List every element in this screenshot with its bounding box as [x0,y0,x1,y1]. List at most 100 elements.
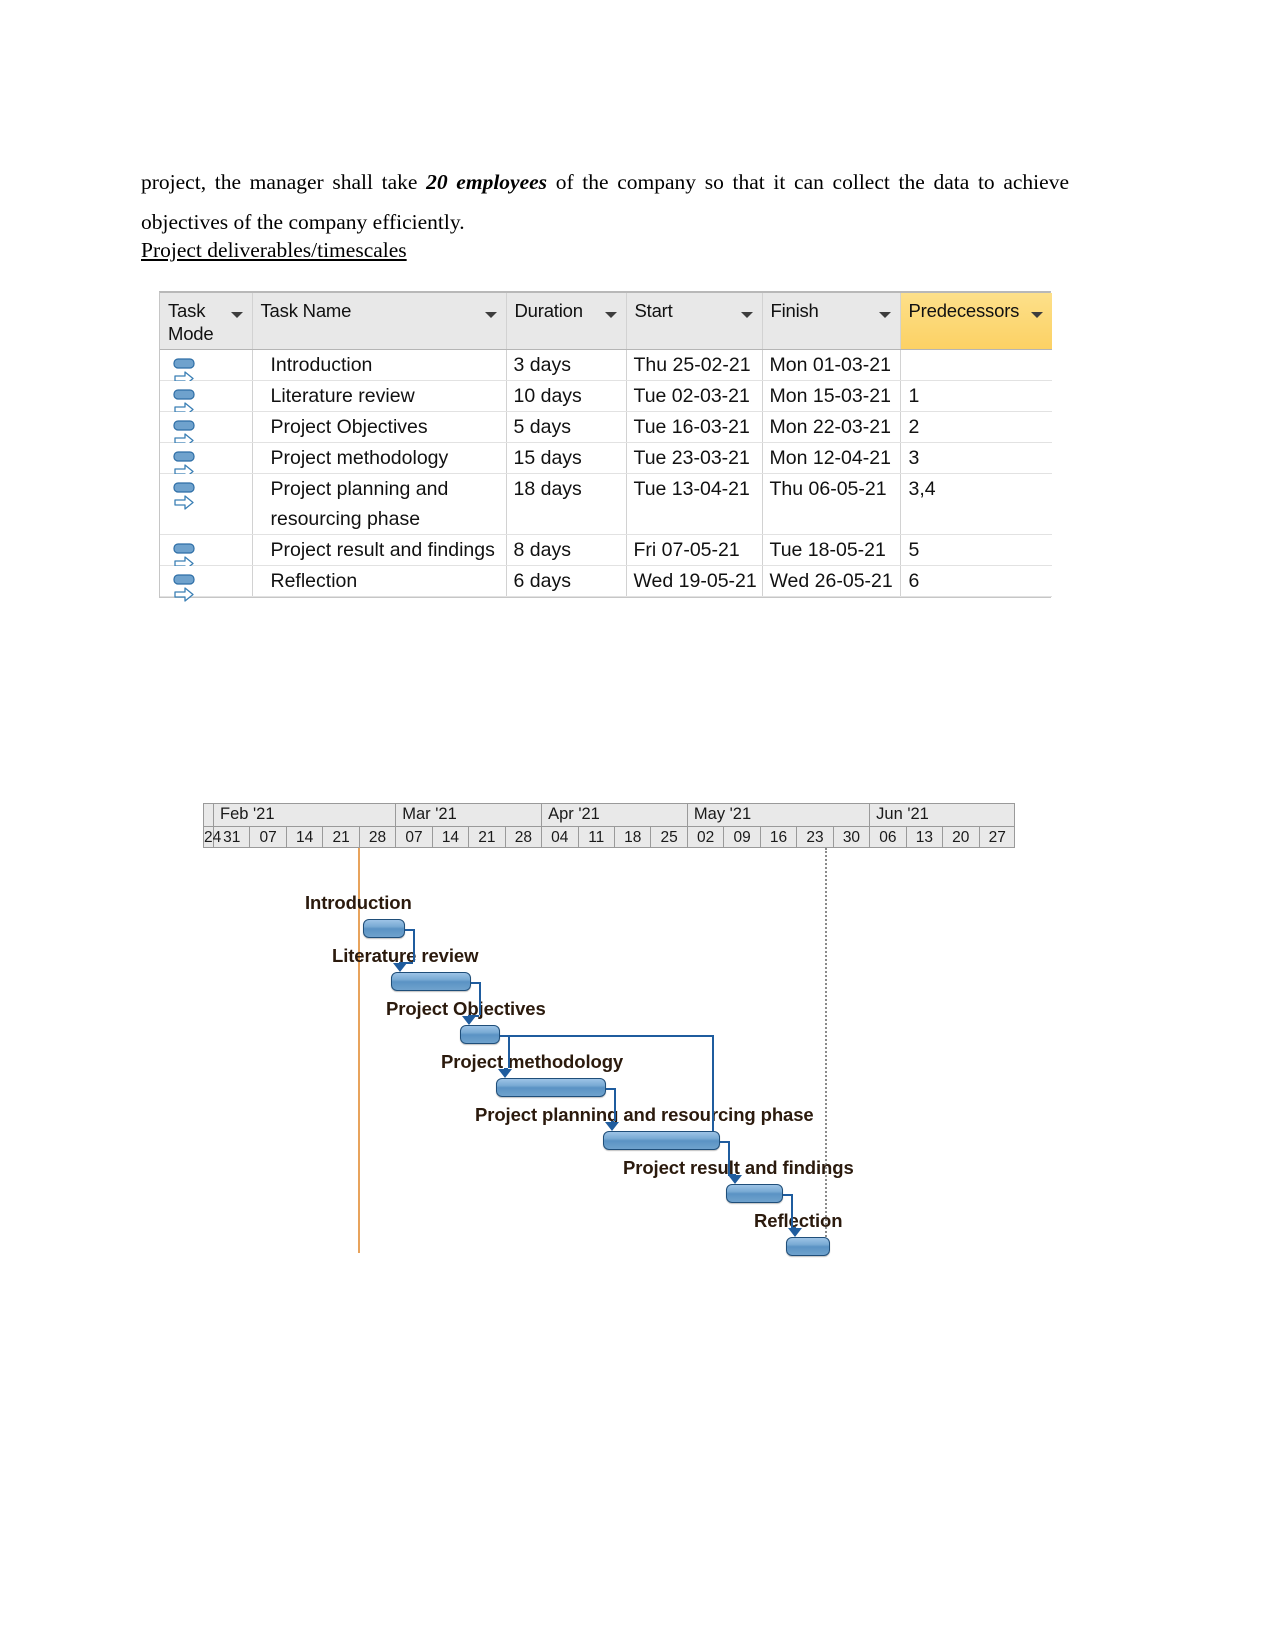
chevron-down-icon[interactable] [230,312,243,318]
cell-start[interactable]: Tue 02-03-21 [626,380,763,412]
table-row[interactable]: Introduction 3 days Thu 25-02-21 Mon 01-03-… [160,349,1052,386]
cell-start[interactable]: Tue 16-03-21 [626,411,763,443]
gantt-task-label: Project planning and resourcing phase [475,1104,814,1125]
chevron-down-icon[interactable] [740,312,753,318]
gantt-week-tick: 21 [469,827,506,847]
gantt-week-tick: 27 [980,827,1014,847]
cell-task-mode[interactable] [160,473,253,535]
column-header-finish[interactable]: Finish [762,293,901,350]
cell-task-mode[interactable] [160,442,253,479]
gantt-task-bar[interactable] [726,1184,783,1203]
cell-duration[interactable]: 18 days [506,473,627,535]
column-header-task-mode[interactable]: Task Mode [160,293,253,350]
cell-duration[interactable]: 10 days [506,380,627,412]
cell-finish[interactable]: Wed 26-05-21 [762,565,901,597]
gantt-task-bar[interactable] [603,1131,720,1150]
gantt-link-line [508,1035,712,1037]
cell-task-name[interactable]: Reflection [252,565,507,597]
gantt-link-line [500,1035,508,1037]
table-row[interactable]: Literature review 10 days Tue 02-03-21 Mon … [160,380,1052,417]
chevron-down-icon[interactable] [878,312,891,318]
cell-start[interactable]: Fri 07-05-21 [626,534,763,566]
status-date-line [825,848,827,1253]
cell-duration[interactable]: 6 days [506,565,627,597]
cell-predecessors[interactable]: 3 [900,442,1052,474]
gantt-link-line [614,1088,616,1121]
cell-start[interactable]: Tue 23-03-21 [626,442,763,474]
cell-task-mode[interactable] [160,380,253,417]
gantt-link-line [413,929,415,962]
gantt-week-tick: 14 [287,827,324,847]
column-header-task-name[interactable]: Task Name [252,293,507,350]
cell-duration[interactable]: 8 days [506,534,627,566]
column-header-task-name-label: Task Name [260,300,352,321]
chevron-down-icon[interactable] [1031,312,1043,318]
cell-finish[interactable]: Thu 06-05-21 [762,473,901,535]
gantt-week-tick: 21 [323,827,360,847]
gantt-week-tick: 25 [651,827,688,847]
cell-predecessors[interactable]: 3,4 [900,473,1052,535]
cell-task-name[interactable]: Literature review [252,380,507,412]
cell-start[interactable]: Thu 25-02-21 [626,349,763,381]
gantt-link-line [783,1194,791,1196]
table-row[interactable]: Project methodology 15 days Tue 23-03-21 Mo… [160,442,1052,479]
cell-task-name[interactable]: Project planning and resourcing phase [252,473,507,535]
gantt-link-line [720,1141,728,1143]
cell-predecessors[interactable]: 1 [900,380,1052,412]
chevron-down-icon[interactable] [484,312,497,318]
gantt-task-bar[interactable] [460,1025,500,1044]
cell-task-mode[interactable] [160,565,253,602]
column-header-start[interactable]: Start [626,293,763,350]
gantt-week-tick: 02 [688,827,725,847]
gantt-link-line [712,1035,714,1131]
gantt-task-bar[interactable] [363,919,405,938]
gantt-link-line [728,1141,730,1174]
gantt-task-bar[interactable] [391,972,471,991]
cell-task-mode[interactable] [160,411,253,448]
cell-predecessors[interactable] [900,349,1052,381]
cell-finish[interactable]: Mon 01-03-21 [762,349,901,381]
gantt-week-tick: 24 [204,827,221,847]
cell-task-mode[interactable] [160,349,253,386]
table-row[interactable]: Project planning and resourcing phase 18 … [160,473,1052,535]
gantt-task-label: Project methodology [441,1051,624,1072]
cell-start[interactable]: Wed 19-05-21 [626,565,763,597]
gantt-week-tick: 09 [724,827,761,847]
cell-task-name[interactable]: Project Objectives [252,411,507,443]
cell-predecessors[interactable]: 5 [900,534,1052,566]
gantt-link-line [606,1088,614,1090]
gantt-link-arrow [788,1228,802,1237]
table-row[interactable]: Project Objectives 5 days Tue 16-03-21 Mon … [160,411,1052,448]
paragraph-emphasis: 20 employees [426,169,548,194]
cell-task-name[interactable]: Project methodology [252,442,507,474]
table-row[interactable]: Project result and findings 8 days Fri 07-… [160,534,1052,571]
gantt-month-label: May '21 [688,804,871,826]
gantt-week-tick: 07 [250,827,287,847]
chevron-down-icon[interactable] [604,312,617,318]
column-header-duration[interactable]: Duration [506,293,627,350]
cell-task-name[interactable]: Introduction [252,349,507,381]
section-heading: Project deliverables/timescales [141,238,407,262]
gantt-week-tick: 28 [360,827,397,847]
gantt-task-bar[interactable] [786,1237,830,1256]
cell-start[interactable]: Tue 13-04-21 [626,473,763,535]
gantt-month-row: Feb '21 Mar '21 Apr '21 May '21 Jun '21 [204,804,1014,826]
cell-finish[interactable]: Mon 15-03-21 [762,380,901,412]
cell-duration[interactable]: 3 days [506,349,627,381]
cell-finish[interactable]: Tue 18-05-21 [762,534,901,566]
cell-duration[interactable]: 15 days [506,442,627,474]
gantt-task-bar[interactable] [496,1078,606,1097]
cell-finish[interactable]: Mon 12-04-21 [762,442,901,474]
cell-finish[interactable]: Mon 22-03-21 [762,411,901,443]
gantt-link-arrow [605,1122,619,1131]
cell-duration[interactable]: 5 days [506,411,627,443]
cell-task-name[interactable]: Project result and findings [252,534,507,566]
table-row[interactable]: Reflection 6 days Wed 19-05-21 Wed 26-05-21… [160,565,1052,602]
cell-task-mode[interactable] [160,534,253,571]
cell-predecessors[interactable]: 2 [900,411,1052,443]
gantt-week-tick: 30 [834,827,871,847]
cell-predecessors[interactable]: 6 [900,565,1052,597]
gantt-link-line [791,1194,793,1227]
column-header-predecessors[interactable]: Predecessors [900,293,1052,350]
gantt-link-line [471,982,479,984]
